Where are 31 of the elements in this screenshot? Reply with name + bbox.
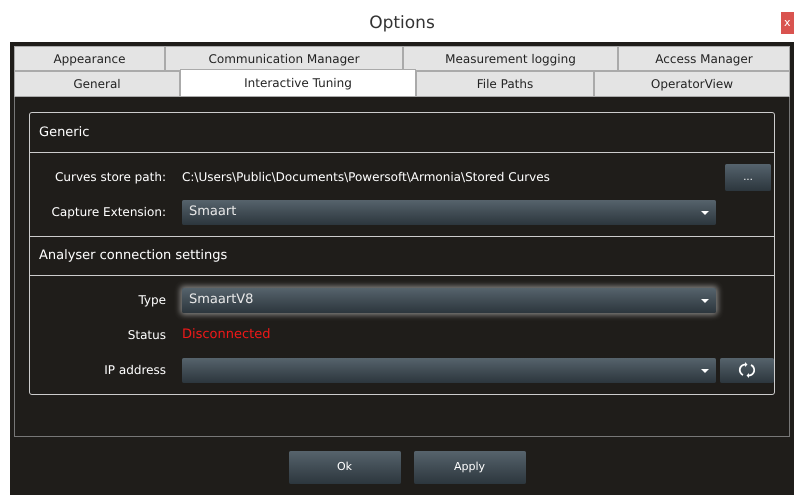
dropdown-arrow-icon: [701, 211, 709, 215]
group-title: Analyser connection settings: [39, 247, 228, 266]
dropdown-arrow-icon: [701, 369, 709, 373]
tab[interactable]: File Paths: [416, 71, 594, 97]
tab[interactable]: OperatorView: [594, 71, 790, 97]
refresh-icon: [738, 362, 756, 378]
dropdown-arrow-icon: [701, 299, 709, 303]
field-label: Status: [126, 327, 166, 344]
status-text: Disconnected: [182, 326, 270, 344]
tab[interactable]: Measurement logging: [403, 46, 618, 71]
dropdown[interactable]: Smaart: [182, 200, 716, 224]
tab[interactable]: General: [14, 71, 180, 97]
tab[interactable]: Access Manager: [618, 46, 790, 71]
path-text: C:\Users\Public\Documents\Powersoft\Armonia\Stored Curves: [182, 169, 551, 186]
window-title: Options: [369, 12, 435, 36]
field-label: Curves store path:: [54, 169, 166, 186]
tab[interactable]: Communication Manager: [165, 46, 403, 71]
field-label: IP address: [103, 362, 166, 379]
field-label: Type: [137, 292, 166, 309]
dropdown-value: Smaart: [189, 203, 238, 222]
tab[interactable]: Appearance: [14, 46, 165, 71]
dropdown[interactable]: SmaartV8: [182, 288, 716, 312]
close-button[interactable]: x: [781, 12, 794, 34]
refresh-button[interactable]: [720, 358, 774, 382]
dialog-button[interactable]: Apply: [414, 451, 526, 484]
field-label: Capture Extension:: [50, 204, 166, 221]
group-title: Generic: [39, 124, 90, 142]
dropdown-value: SmaartV8: [189, 291, 254, 310]
tab[interactable]: Interactive Tuning: [180, 69, 416, 97]
browse-button[interactable]: ...: [725, 164, 771, 190]
dialog-button[interactable]: Ok: [288, 451, 400, 484]
